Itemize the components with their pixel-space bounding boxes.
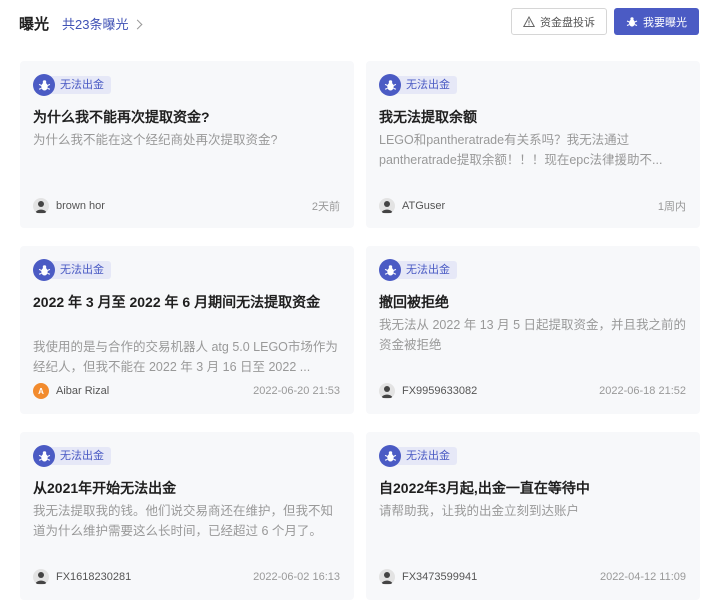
exposure-card[interactable]: 无法出金 从2021年开始无法出金 我无法提取我的钱。他们说交易商还在维护，但我… (20, 432, 354, 600)
bug-icon (379, 259, 401, 281)
category-tag: 无法出金 (379, 74, 457, 96)
card-title: 我无法提取余额 (379, 109, 477, 125)
author-name: FX3473599941 (402, 571, 478, 583)
bug-icon (379, 445, 401, 467)
category-tag: 无法出金 (33, 445, 111, 467)
card-footer: FX3473599941 2022-04-12 11:09 (379, 568, 686, 586)
author-name: FX9959633082 (402, 385, 478, 397)
exposure-card[interactable]: 无法出金 为什么我不能再次提取资金? 为什么我不能在这个经纪商处再次提取资金? … (20, 61, 354, 228)
warning-icon (523, 15, 535, 27)
category-tag: 无法出金 (33, 259, 111, 281)
bug-icon (379, 74, 401, 96)
page-header: 曝光 共23条曝光 资金盘投诉 我要曝光 (0, 0, 725, 44)
post-time: 2022-06-18 21:52 (599, 385, 686, 397)
user-icon (33, 569, 49, 585)
card-description: LEGO和pantheratrade有关系吗？我无法通过pantheratrad… (379, 133, 663, 167)
category-tag: 无法出金 (379, 259, 457, 281)
post-time: 2022-06-20 21:53 (253, 385, 340, 397)
expose-button[interactable]: 我要曝光 (614, 8, 699, 35)
author-name: brown hor (56, 200, 105, 212)
post-time: 2022-04-12 11:09 (599, 571, 686, 583)
card-title: 自2022年3月起,出金一直在等待中 (379, 480, 590, 496)
complaint-button-label: 资金盘投诉 (540, 16, 595, 29)
category-tag-label: 无法出金 (395, 76, 457, 94)
chevron-right-icon (133, 19, 143, 29)
card-title: 为什么我不能再次提取资金? (33, 109, 210, 125)
post-time: 1周内 (657, 201, 686, 213)
bug-icon (626, 16, 638, 27)
bug-icon (33, 445, 55, 467)
category-tag: 无法出金 (379, 445, 457, 467)
post-time: 2天前 (311, 201, 340, 213)
exposure-card[interactable]: 无法出金 撤回被拒绝 我无法从 2022 年 13 月 5 日起提取资金，并且我… (366, 246, 700, 414)
card-title: 从2021年开始无法出金 (33, 480, 177, 496)
expose-button-label: 我要曝光 (643, 16, 687, 29)
category-tag-label: 无法出金 (49, 261, 111, 279)
card-footer: brown hor 2天前 (33, 197, 340, 215)
exposure-count-link[interactable]: 共23条曝光 (62, 14, 143, 33)
author-name: ATGuser (402, 200, 446, 212)
bug-icon (33, 74, 55, 96)
category-tag-label: 无法出金 (395, 447, 457, 465)
user-icon (33, 198, 49, 214)
card-title: 2022 年 3 月至 2022 年 6 月期间无法提取资金 (33, 294, 321, 310)
card-footer: ATGuser 1周内 (379, 197, 686, 215)
exposure-card[interactable]: 无法出金 我无法提取余额 LEGO和pantheratrade有关系吗？我无法通… (366, 61, 700, 228)
author-name: FX1618230281 (56, 571, 132, 583)
avatar: A (33, 383, 49, 399)
category-tag-label: 无法出金 (49, 76, 111, 94)
user-icon (379, 383, 395, 399)
exposure-card[interactable]: 无法出金 2022 年 3 月至 2022 年 6 月期间无法提取资金 我使用的… (20, 246, 354, 414)
category-tag-label: 无法出金 (49, 447, 111, 465)
author-name: Aibar Rizal (56, 385, 110, 397)
card-footer: FX9959633082 2022-06-18 21:52 (379, 382, 686, 400)
complaint-button[interactable]: 资金盘投诉 (511, 8, 607, 35)
card-description: 我使用的是与合作的交易机器人 atg 5.0 LEGO市场作为经纪人，但我不能在… (33, 340, 338, 374)
exposure-count-label: 共23条曝光 (62, 17, 129, 32)
user-icon (379, 198, 395, 214)
user-icon (379, 569, 395, 585)
card-footer: A Aibar Rizal 2022-06-20 21:53 (33, 382, 340, 400)
card-description: 为什么我不能在这个经纪商处再次提取资金? (33, 133, 278, 147)
page-title: 曝光 (19, 16, 50, 33)
card-description: 我无法提取我的钱。他们说交易商还在维护，但我不知道为什么维护需要这么长时间，已经… (33, 504, 334, 538)
card-title: 撤回被拒绝 (379, 294, 449, 310)
category-tag: 无法出金 (33, 74, 111, 96)
card-description: 我无法从 2022 年 13 月 5 日起提取资金，并且我之前的资金被拒绝 (379, 318, 686, 352)
card-description: 请帮助我，让我的出金立刻到达账户 (379, 504, 580, 518)
category-tag-label: 无法出金 (395, 261, 457, 279)
post-time: 2022-06-02 16:13 (253, 571, 340, 583)
card-footer: FX1618230281 2022-06-02 16:13 (33, 568, 340, 586)
bug-icon (33, 259, 55, 281)
exposure-card[interactable]: 无法出金 自2022年3月起,出金一直在等待中 请帮助我，让我的出金立刻到达账户… (366, 432, 700, 600)
